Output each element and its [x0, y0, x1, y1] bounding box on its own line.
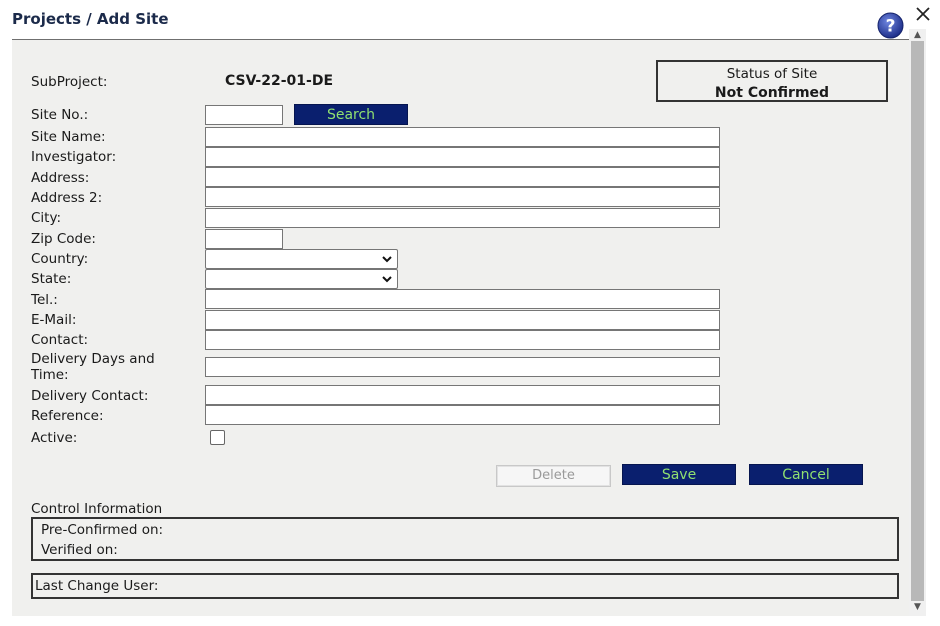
address2-input[interactable] — [205, 187, 720, 207]
state-select[interactable] — [205, 269, 398, 289]
active-label: Active: — [31, 430, 78, 446]
verified-label: Verified on: — [41, 542, 118, 558]
last-change-box: Last Change User: — [31, 573, 899, 599]
subproject-value: CSV-22-01-DE — [225, 73, 334, 89]
chevron-down-icon — [382, 276, 392, 283]
email-input[interactable] — [205, 310, 720, 330]
country-label: Country: — [31, 251, 89, 267]
site-no-label: Site No.: — [31, 107, 89, 123]
scrollbar-thumb[interactable] — [911, 41, 924, 601]
delivery-contact-input[interactable] — [205, 385, 720, 405]
status-value: Not Confirmed — [714, 85, 830, 101]
site-name-input[interactable] — [205, 127, 720, 147]
site-name-label: Site Name: — [31, 129, 106, 145]
city-label: City: — [31, 210, 62, 226]
control-info-heading: Control Information — [31, 501, 163, 517]
investigator-input[interactable] — [205, 147, 720, 167]
tel-label: Tel.: — [31, 292, 58, 308]
address-label: Address: — [31, 170, 90, 186]
cancel-button[interactable]: Cancel — [749, 464, 863, 485]
address-input[interactable] — [205, 167, 720, 187]
dialog-title: Projects / Add Site — [12, 10, 169, 28]
save-button[interactable]: Save — [622, 464, 736, 485]
city-input[interactable] — [205, 208, 720, 228]
delivery-days-label: Delivery Days and Time: — [31, 351, 155, 383]
control-info-box: Pre-Confirmed on: Verified on: — [31, 517, 899, 561]
search-button[interactable]: Search — [294, 104, 408, 125]
site-status-box: Status of Site Not Confirmed — [656, 60, 888, 102]
delivery-days-label-line1: Delivery Days and — [31, 351, 155, 367]
delete-button[interactable]: Delete — [496, 465, 611, 487]
status-title: Status of Site — [726, 66, 818, 82]
tel-input[interactable] — [205, 289, 720, 309]
subproject-label: SubProject: — [31, 74, 108, 90]
reference-input[interactable] — [205, 405, 720, 425]
close-icon[interactable] — [912, 4, 934, 26]
delivery-days-input[interactable] — [205, 357, 720, 377]
chevron-down-icon — [382, 256, 392, 263]
delivery-contact-label: Delivery Contact: — [31, 388, 149, 404]
contact-label: Contact: — [31, 332, 89, 348]
state-label: State: — [31, 271, 72, 287]
delivery-days-label-line2: Time: — [31, 367, 69, 383]
email-label: E-Mail: — [31, 312, 77, 328]
zip-code-input[interactable] — [205, 229, 283, 249]
zip-code-label: Zip Code: — [31, 231, 96, 247]
reference-label: Reference: — [31, 408, 104, 424]
vertical-scrollbar[interactable]: ▲ ▼ — [909, 29, 926, 616]
active-checkbox[interactable] — [210, 430, 225, 445]
scroll-up-icon[interactable]: ▲ — [909, 29, 926, 41]
last-change-user-label: Last Change User: — [35, 578, 159, 594]
scroll-down-icon[interactable]: ▼ — [909, 601, 926, 613]
help-icon[interactable]: ? — [877, 12, 904, 39]
country-select[interactable] — [205, 249, 398, 269]
contact-input[interactable] — [205, 330, 720, 350]
svg-text:?: ? — [886, 17, 896, 37]
investigator-label: Investigator: — [31, 149, 117, 165]
site-no-input[interactable] — [205, 105, 283, 125]
address2-label: Address 2: — [31, 190, 103, 206]
pre-confirmed-label: Pre-Confirmed on: — [41, 522, 164, 538]
